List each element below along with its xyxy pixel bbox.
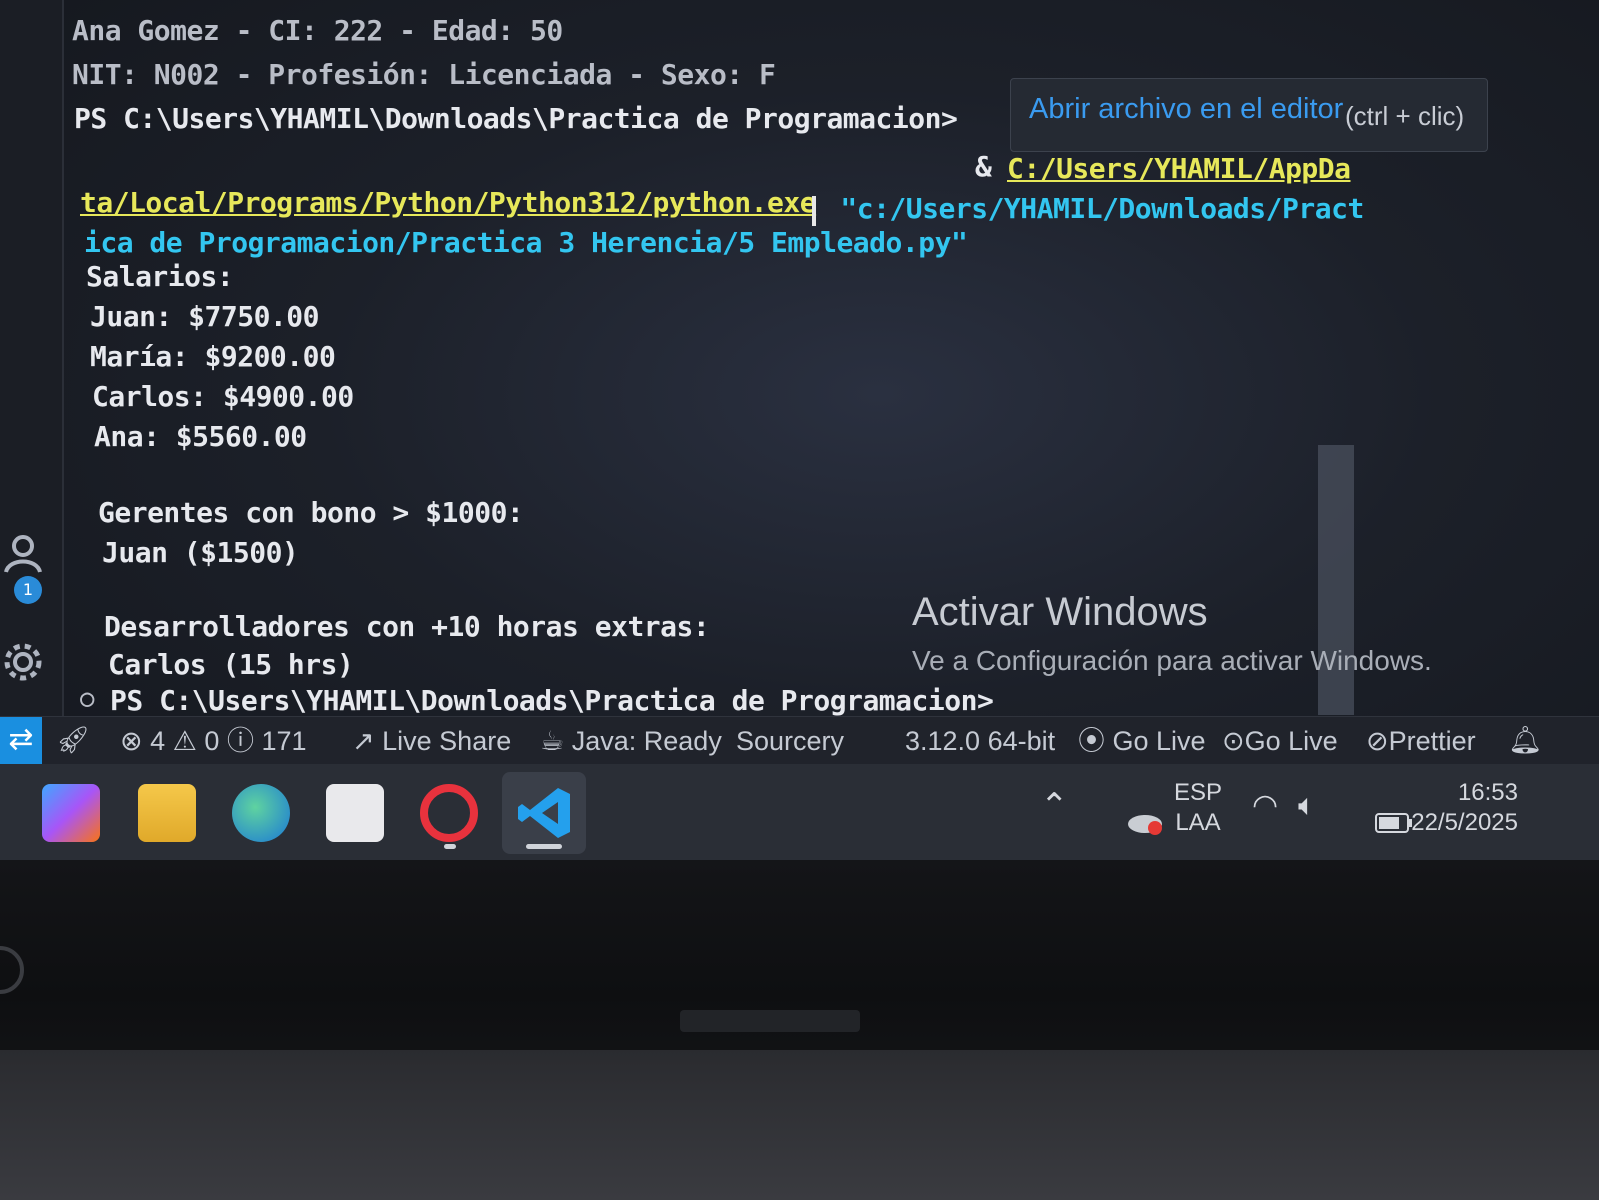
hp-logo-icon [0, 946, 24, 994]
command-decoration-marker[interactable]: ○ [80, 684, 94, 712]
text-cursor [812, 196, 816, 226]
coffee-icon: ☕ [540, 726, 565, 757]
terminal-ampersand: & [975, 150, 1008, 183]
go-live-label: Go Live [1112, 726, 1206, 756]
rocket-icon[interactable]: 🚀︎ [56, 725, 90, 757]
error-count: 4 [150, 726, 166, 756]
status-bar: ⇄ 🚀︎ ⊗ 4 ⚠ 0 ⓘ 171 ↗ Live Share ☕ Java: … [0, 716, 1599, 765]
go-live-label: Go Live [1244, 726, 1338, 756]
terminal-prompt: PS C:\Users\YHAMIL\Downloads\Practica de… [74, 102, 958, 135]
laptop-keyboard-deck [0, 1050, 1599, 1200]
copilot-icon[interactable] [42, 784, 100, 842]
terminal-output-heading: Desarrolladores con +10 horas extras: [104, 610, 710, 643]
activate-windows-title: Activar Windows [912, 590, 1208, 634]
battery-icon[interactable] [1348, 794, 1413, 857]
java-status-label: Java: Ready [571, 726, 722, 756]
volume-icon[interactable]: 🔈︎ [1298, 788, 1316, 823]
accounts-icon[interactable] [0, 530, 46, 576]
clock[interactable]: 16:53 22/5/2025 [1408, 778, 1518, 838]
keyboard-layout: LAA [1175, 809, 1221, 836]
python-path-link-continued[interactable]: ta/Local/Programs/Python/Python312/pytho… [80, 186, 817, 219]
terminal-line: NIT: N002 - Profesión: Licenciada - Sexo… [72, 58, 776, 91]
sourcery-button[interactable]: Sourcery [736, 725, 844, 757]
terminal-output-line: Carlos: $4900.00 [92, 380, 354, 413]
live-share-button[interactable]: ↗ Live Share [352, 725, 511, 758]
file-explorer-icon[interactable] [138, 784, 196, 842]
clock-time: 16:53 [1457, 779, 1518, 806]
terminal-output-line: Carlos (15 hrs) [108, 648, 354, 681]
windows-taskbar: ⌃ ESP LAA ◠ 🔈︎ 16:53 22/5/2025 [0, 764, 1599, 860]
go-live-button-2[interactable]: ⊙Go Live [1222, 725, 1338, 758]
wifi-icon[interactable]: ◠ [1252, 788, 1278, 823]
active-indicator [526, 844, 562, 849]
terminal-prompt: PS C:\Users\YHAMIL\Downloads\Practica de… [110, 684, 994, 717]
clock-date: 22/5/2025 [1411, 809, 1518, 836]
accounts-badge: 1 [14, 576, 42, 604]
prettier-button[interactable]: ⊘Prettier [1366, 725, 1476, 758]
terminal-output-heading: Salarios: [86, 260, 234, 293]
play-circle-icon: ⊙ [1222, 726, 1245, 757]
vscode-icon[interactable] [516, 784, 574, 842]
info-icon: ⓘ [226, 726, 254, 757]
edge-icon[interactable] [232, 784, 290, 842]
broadcast-icon: ⦿ [1078, 726, 1105, 757]
prettier-label: Prettier [1388, 726, 1476, 756]
opera-icon[interactable] [420, 784, 478, 842]
prettier-disabled-icon: ⊘ [1366, 726, 1389, 757]
laptop-screen: 1 Ana Gomez - CI: 222 - Edad: 50 NIT: N0… [0, 0, 1599, 875]
terminal-output-line: Juan: $7750.00 [90, 300, 320, 333]
store-icon[interactable] [326, 784, 384, 842]
live-share-label: Live Share [382, 726, 512, 756]
activity-bar: 1 [0, 0, 64, 730]
activate-windows-subtitle: Ve a Configuración para activar Windows. [912, 645, 1432, 676]
terminal-output-line: María: $9200.00 [90, 340, 336, 373]
gear-icon[interactable] [0, 640, 46, 686]
onedrive-icon[interactable] [1098, 788, 1165, 859]
open-in-editor-hint: (ctrl + clic) [1345, 101, 1465, 131]
python-interpreter-button[interactable]: 3.12.0 64-bit [905, 725, 1055, 757]
error-icon: ⊗ [120, 726, 143, 757]
terminal-output-line: Ana: $5560.00 [94, 420, 307, 453]
info-count: 171 [261, 726, 307, 756]
problems-indicator[interactable]: ⊗ 4 ⚠ 0 ⓘ 171 [120, 725, 307, 758]
go-live-button[interactable]: ⦿ Go Live [1078, 725, 1206, 758]
language-code: ESP [1174, 779, 1223, 806]
terminal-line: Ana Gomez - CI: 222 - Edad: 50 [72, 14, 563, 47]
script-path-string-continued: ica de Programacion/Practica 3 Herencia/… [84, 226, 968, 259]
notifications-bell-icon[interactable]: 🔔︎ [1508, 725, 1542, 757]
language-indicator[interactable]: ESP LAA [1174, 778, 1222, 838]
warning-count: 0 [204, 726, 220, 756]
script-path-string: "c:/Users/YHAMIL/Downloads/Pract [824, 192, 1364, 225]
laptop-hinge [680, 1010, 860, 1032]
terminal-output-line: Juan ($1500) [102, 536, 299, 569]
live-share-icon: ↗ [352, 726, 375, 757]
open-in-editor-link[interactable]: Abrir archivo en el editor [1029, 93, 1343, 126]
python-path-link[interactable]: C:/Users/YHAMIL/AppDa [1007, 152, 1351, 185]
chevron-up-icon[interactable]: ⌃ [1040, 786, 1069, 826]
remote-icon[interactable]: ⇄ [0, 717, 42, 765]
java-status[interactable]: ☕ Java: Ready [540, 725, 722, 758]
terminal-output-heading: Gerentes con bono > $1000: [98, 496, 524, 529]
running-indicator [444, 844, 456, 849]
warning-icon: ⚠ [172, 726, 197, 757]
link-hover-tooltip: Abrir archivo en el editor (ctrl + clic) [1010, 78, 1488, 152]
